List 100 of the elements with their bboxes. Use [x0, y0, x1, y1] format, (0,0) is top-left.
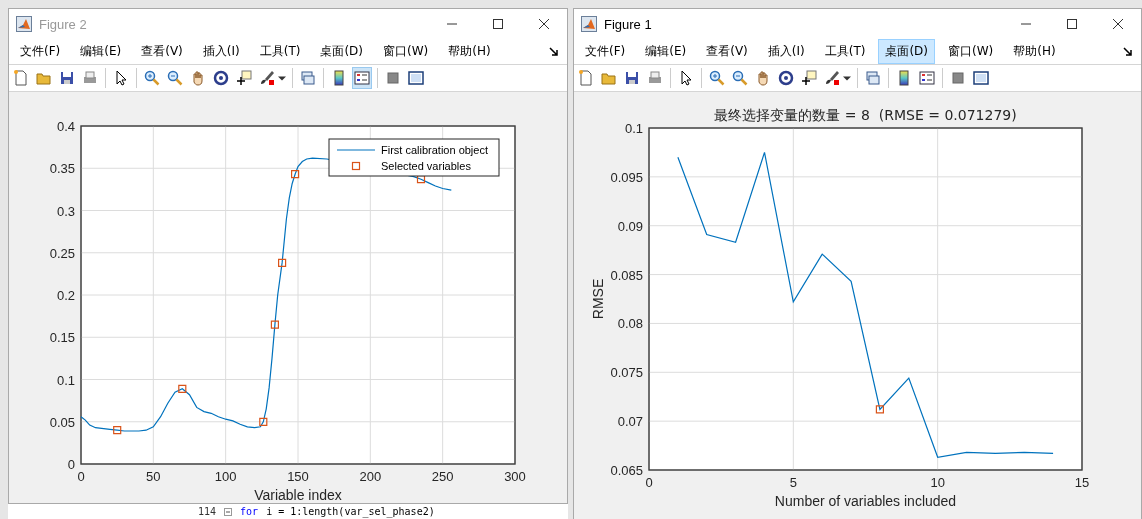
square-marker [113, 426, 122, 435]
axis-label: Variable index [254, 487, 342, 503]
open-folder-icon [601, 70, 617, 86]
code-keyword: for [240, 505, 259, 518]
menu-item[interactable]: 插入(I) [760, 39, 812, 64]
zoom-in-icon [709, 70, 725, 86]
tick-label: 0.1 [624, 121, 643, 136]
axis-label: Number of variables included [774, 493, 957, 509]
data-cursor-icon [236, 70, 252, 86]
square-marker [178, 384, 187, 393]
menu-item[interactable]: 桌面(D) [878, 39, 935, 64]
menu-overflow-icon[interactable] [549, 46, 559, 57]
new-file-icon [13, 70, 29, 86]
legend-label: First calibration object [381, 144, 488, 156]
menu-item[interactable]: 查看(V) [699, 39, 755, 64]
brush-icon [824, 70, 840, 86]
pan-hand-icon [755, 70, 771, 86]
menu-item[interactable]: 工具(T) [817, 39, 873, 64]
legend-button[interactable] [352, 67, 372, 89]
tick-label: 10 [930, 475, 945, 490]
colorbar-icon [896, 70, 912, 86]
tick-label: 250 [431, 469, 454, 484]
tick-label: 0.1 [56, 372, 75, 388]
data-cursor-icon [801, 70, 817, 86]
square-icon [385, 70, 401, 86]
app-icon [16, 16, 32, 32]
tick-label: 0.3 [56, 203, 75, 219]
brush-icon [259, 70, 275, 86]
open-folder-icon [36, 70, 52, 86]
menu-item[interactable]: 工具(T) [252, 39, 308, 64]
zoom-in-icon [144, 70, 160, 86]
tick-label: 0.2 [56, 288, 75, 303]
square-marker [416, 175, 426, 184]
square-marker [875, 405, 884, 414]
pointer-icon [678, 70, 694, 86]
zoom-out-icon [732, 70, 748, 86]
menu-item[interactable]: 编辑(E) [638, 39, 694, 64]
window-icon [973, 70, 989, 86]
menu-overflow-icon[interactable] [1123, 46, 1133, 57]
print-icon [647, 70, 663, 86]
tick-label: 0.15 [49, 330, 75, 346]
close-icon [538, 18, 550, 30]
zoom-out-icon [167, 70, 183, 86]
tick-label: 300 [504, 469, 526, 484]
menu-item[interactable]: 插入(I) [195, 39, 247, 64]
window-title: Figure 2 [39, 16, 88, 32]
square-marker [259, 417, 268, 426]
line-number: 114 [198, 505, 217, 518]
tick-label: 0.05 [49, 414, 75, 430]
square-marker [278, 258, 287, 267]
save-icon [624, 70, 640, 86]
code-text: i = 1:length(var_sel_phase2) [266, 505, 435, 518]
menu-item[interactable]: 窗口(W) [941, 39, 1001, 64]
tick-label: 0.4 [56, 119, 75, 134]
tick-label: 0.25 [49, 245, 75, 261]
tick-label: 0.07 [617, 414, 643, 430]
app-icon [581, 16, 597, 32]
legend-icon [354, 70, 370, 86]
menu-item[interactable]: 文件(F) [13, 39, 68, 64]
menu-item[interactable]: 编辑(E) [73, 39, 129, 64]
square-icon [950, 70, 966, 86]
square-marker [291, 170, 300, 179]
tick-label: 0.35 [49, 161, 75, 177]
legend-line-icon [336, 149, 376, 151]
menu-item[interactable]: 文件(F) [578, 39, 633, 64]
legend-label: Selected variables [381, 160, 471, 172]
maximize-icon [492, 18, 504, 30]
legend-icon [919, 70, 935, 86]
rotate-icon [213, 70, 229, 86]
rotate-icon [778, 70, 794, 86]
maximize-icon [1066, 18, 1078, 30]
menu-item[interactable]: 查看(V) [134, 39, 190, 64]
window-title: Figure 1 [604, 16, 653, 32]
tick-label: 150 [287, 469, 309, 484]
tick-label: 50 [146, 469, 161, 484]
tick-label: 0.065 [610, 463, 643, 478]
tick-label: 15 [1074, 475, 1090, 490]
colorbar-icon [331, 70, 347, 86]
tick-label: 0.09 [617, 218, 643, 234]
axis-label: RMSE [590, 278, 606, 320]
menu-item[interactable]: 帮助(H) [1006, 39, 1063, 64]
print-icon [82, 70, 98, 86]
tick-label: 0 [67, 457, 75, 472]
square-marker [270, 320, 279, 329]
tick-label: 200 [359, 469, 382, 484]
fold-icon[interactable] [224, 507, 233, 516]
tick-label: 0 [77, 469, 85, 484]
tick-label: 0.08 [617, 316, 643, 332]
tick-label: 5 [789, 475, 797, 490]
menu-item[interactable]: 桌面(D) [313, 39, 370, 64]
tick-label: 0.095 [610, 169, 643, 185]
chart-title: 最终选择变量的数量 = 8 (RMSE = 0.071279) [714, 107, 1017, 123]
menu-item[interactable]: 帮助(H) [441, 39, 498, 64]
tick-label: 100 [214, 469, 237, 484]
tick-label: 0.075 [610, 365, 643, 381]
menu-item[interactable]: 窗口(W) [376, 39, 436, 64]
pointer-icon [113, 70, 129, 86]
close-icon [1112, 18, 1124, 30]
tick-label: 0 [645, 475, 653, 490]
link-icon [300, 70, 316, 86]
